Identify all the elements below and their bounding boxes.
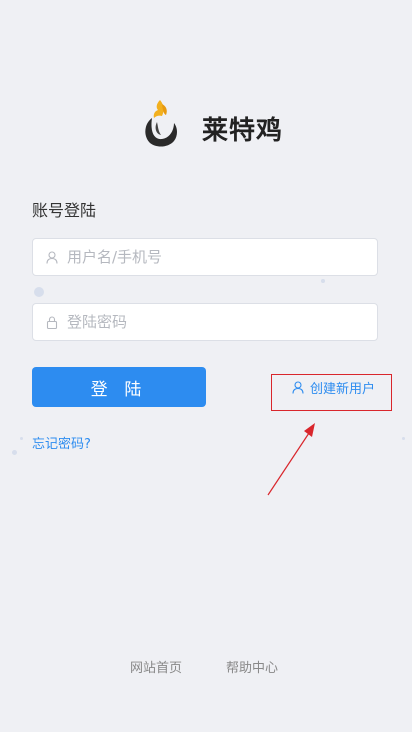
decorative-dot xyxy=(20,437,23,440)
password-input[interactable] xyxy=(65,312,369,332)
decorative-dot xyxy=(402,437,405,440)
login-page: 莱特鸡 账号登陆 登 陆 创建新用户 xyxy=(0,0,412,732)
login-section-title: 账号登陆 xyxy=(32,201,97,220)
username-field[interactable] xyxy=(32,238,378,276)
decorative-dot xyxy=(12,450,17,455)
rooster-logo-icon xyxy=(145,100,177,147)
annotation-highlight-box xyxy=(271,374,392,411)
decorative-dot xyxy=(34,287,44,297)
lock-icon xyxy=(45,315,59,329)
forgot-password-link[interactable]: 忘记密码? xyxy=(32,433,91,452)
brand-name: 莱特鸡 xyxy=(202,116,284,146)
footer-link-home[interactable]: 网站首页 xyxy=(130,657,182,676)
password-field[interactable] xyxy=(32,303,378,341)
decorative-dot xyxy=(321,279,325,283)
login-button[interactable]: 登 陆 xyxy=(32,367,206,407)
user-icon xyxy=(45,250,59,264)
footer-link-help[interactable]: 帮助中心 xyxy=(226,657,278,676)
username-input[interactable] xyxy=(65,247,369,267)
